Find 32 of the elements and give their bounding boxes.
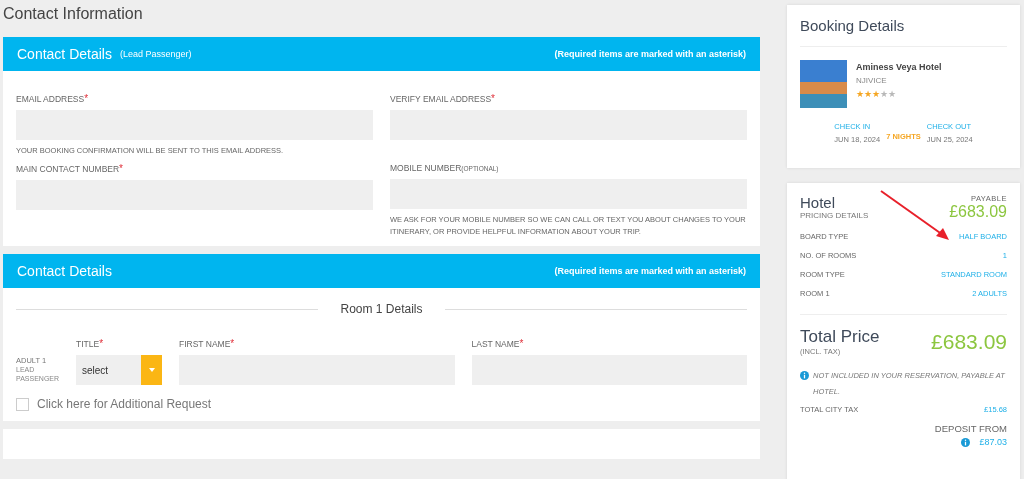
pricing-subtitle: PRICING DETAILS — [800, 211, 869, 220]
field-label: EMAIL ADDRESS* — [16, 93, 90, 104]
page-title: Contact Information — [3, 4, 144, 24]
info-icon — [961, 437, 971, 447]
caret-icon — [148, 368, 155, 372]
payable-amount: £683.09 — [949, 203, 1007, 221]
checkbox[interactable] — [16, 397, 29, 411]
room-heading: Room 1 Details — [340, 302, 423, 316]
field-label: VERIFY EMAIL ADDRESS* — [390, 93, 496, 104]
photo-placeholder — [800, 60, 847, 108]
total-amount: £683.09 — [931, 329, 1007, 354]
required-note: (Required items are marked with an asterisk) — [554, 266, 746, 276]
field-label: FIRST NAME* — [179, 338, 236, 349]
panel-title: Contact Details — [17, 46, 112, 62]
deposit-label: DEPOSIT FROM — [933, 423, 1007, 434]
title-dropdown[interactable]: select — [76, 355, 162, 385]
field-label: TITLE* — [76, 338, 105, 349]
hotel-name: Aminess Veya Hotel — [856, 62, 942, 72]
card-title: Booking Details — [800, 17, 906, 34]
panel-title: Contact Details — [17, 263, 112, 279]
pricing-title: Hotel — [800, 194, 837, 211]
total-label: Total Price — [800, 327, 880, 347]
field-label: MAIN CONTACT NUMBER* — [16, 163, 124, 174]
panel-subtitle: (Lead Passenger) — [119, 49, 192, 59]
annotation-arrow — [879, 189, 951, 241]
hotel-location: NJIVICE — [856, 76, 888, 85]
info-icon — [800, 371, 809, 380]
deposit-amount: £87.03 — [979, 437, 1007, 447]
required-note: (Required items are marked with an asterisk) — [554, 49, 746, 59]
checkbox-label[interactable]: Click here for Additional Request — [37, 397, 212, 411]
field-label: LAST NAME* — [471, 338, 525, 349]
star-rating: ★★★★★ — [856, 89, 897, 99]
